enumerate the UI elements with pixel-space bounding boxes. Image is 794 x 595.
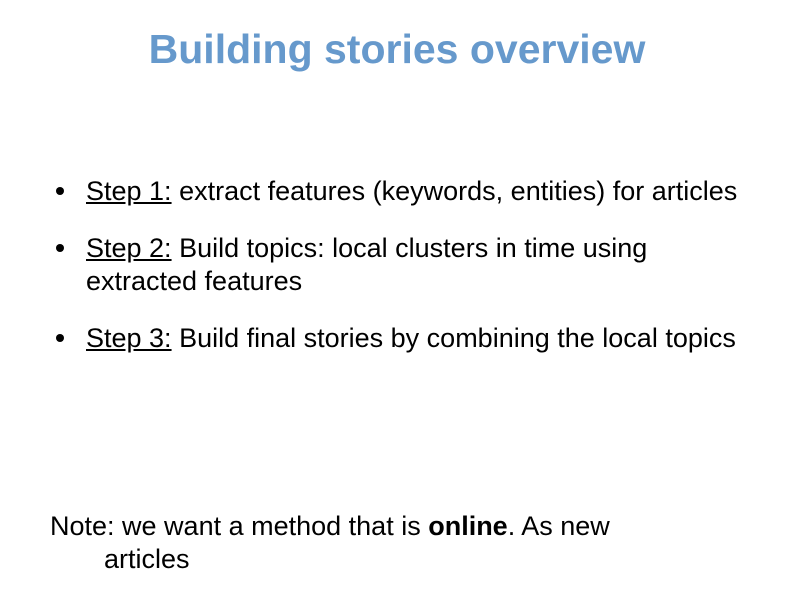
bullet-text: extract features (keywords, entities) fo… bbox=[172, 176, 738, 206]
step-label: Step 1: bbox=[86, 176, 172, 206]
note-text: Note: we want a method that is online. A… bbox=[50, 510, 750, 576]
note-line2: articles bbox=[50, 543, 750, 576]
step-label: Step 2: bbox=[86, 233, 172, 263]
note-suffix: . As new bbox=[508, 511, 610, 541]
note-emphasis: online bbox=[428, 511, 508, 541]
bullet-item-3: Step 3: Build final stories by combining… bbox=[50, 322, 750, 355]
bullet-list: Step 1: extract features (keywords, enti… bbox=[50, 175, 750, 355]
note-prefix: Note: we want a method that is bbox=[50, 511, 428, 541]
bullet-item-1: Step 1: extract features (keywords, enti… bbox=[50, 175, 750, 208]
bullet-text: Build final stories by combining the loc… bbox=[172, 323, 736, 353]
slide: Building stories overview Step 1: extrac… bbox=[0, 0, 794, 595]
slide-content: Step 1: extract features (keywords, enti… bbox=[50, 175, 750, 379]
step-label: Step 3: bbox=[86, 323, 172, 353]
bullet-item-2: Step 2: Build topics: local clusters in … bbox=[50, 232, 750, 298]
slide-title: Building stories overview bbox=[0, 26, 794, 73]
